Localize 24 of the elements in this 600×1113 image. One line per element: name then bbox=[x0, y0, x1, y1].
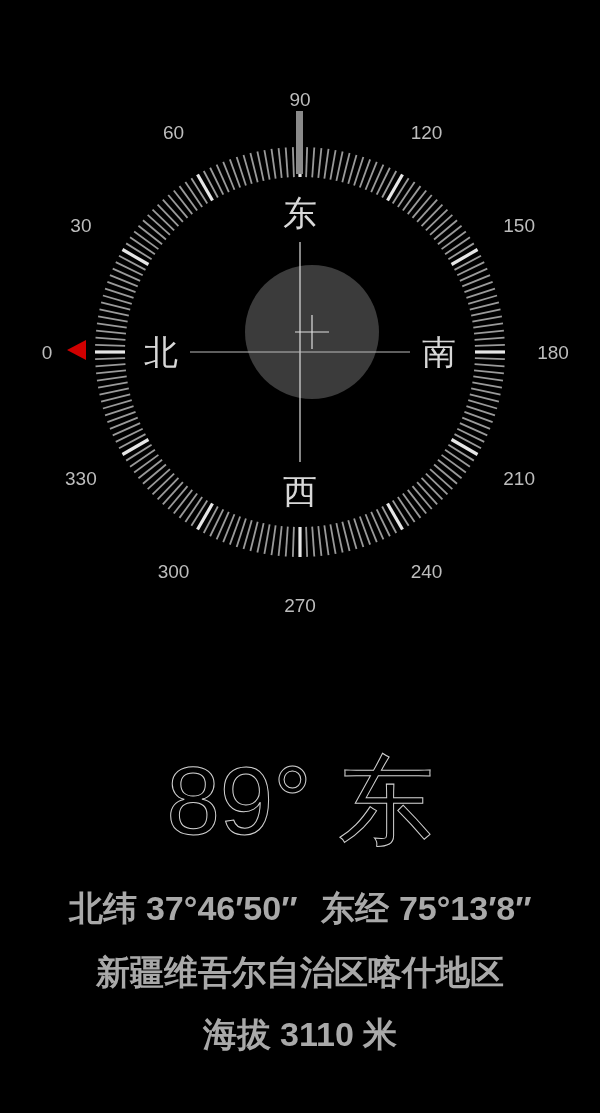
north-pointer-icon bbox=[67, 340, 86, 360]
heading-needle bbox=[296, 111, 303, 174]
degree-label: 330 bbox=[65, 468, 97, 489]
degree-label: 90 bbox=[289, 88, 311, 110]
cardinal-label: 北 bbox=[144, 333, 178, 371]
degree-label: 150 bbox=[503, 215, 535, 236]
altitude-text: 海拔 3110 米 bbox=[202, 1014, 398, 1054]
degree-label: 210 bbox=[503, 468, 535, 489]
degree-label: 300 bbox=[157, 560, 190, 582]
cardinal-label: 西 bbox=[283, 472, 317, 510]
degree-label: 180 bbox=[537, 341, 569, 363]
latitude-text: 北纬 37°46′50″ bbox=[68, 888, 298, 928]
cardinal-label: 南 bbox=[422, 333, 456, 371]
degree-label: 120 bbox=[410, 122, 443, 144]
degree-label: 240 bbox=[410, 560, 443, 582]
longitude-text: 东经 75°13′8″ bbox=[321, 888, 532, 928]
degree-label: 270 bbox=[284, 594, 316, 616]
degree-label: 60 bbox=[162, 122, 185, 144]
heading-degrees: 89° bbox=[166, 746, 312, 856]
location-text: 新疆维吾尔自治区喀什地区 bbox=[96, 952, 504, 992]
degree-label: 30 bbox=[70, 215, 92, 236]
degree-label: 0 bbox=[41, 341, 53, 363]
heading-direction: 东 bbox=[337, 746, 434, 856]
cardinal-label: 东 bbox=[283, 194, 317, 232]
